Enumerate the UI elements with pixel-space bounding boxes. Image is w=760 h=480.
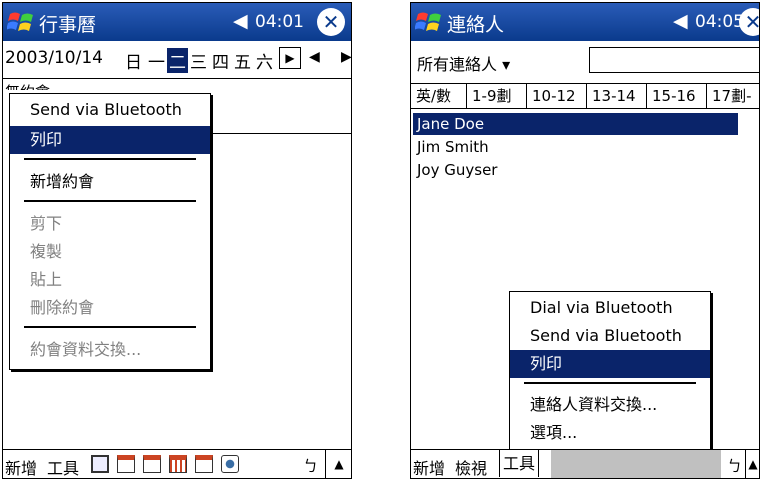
prev-week-arrow-icon[interactable]: ◀ (309, 49, 320, 65)
menu-item-options[interactable]: 選項... (510, 419, 710, 447)
tab-strokes-10-12[interactable]: 10-12 (527, 84, 587, 108)
menu-item-cut: 剪下 (30, 214, 63, 233)
tab-strokes-13-14[interactable]: 13-14 (587, 84, 647, 108)
menu-item-send-bluetooth[interactable]: Send via Bluetooth (10, 96, 210, 124)
today-icon[interactable] (221, 455, 239, 473)
weekday-fri[interactable]: 五 (234, 48, 251, 73)
search-input[interactable] (589, 47, 759, 73)
menu-item-paste: 貼上 (30, 270, 63, 289)
tab-english-digits[interactable]: 英/數 (411, 84, 467, 108)
tools-menu: Dial via Bluetooth Send via Bluetooth 列印… (509, 291, 711, 453)
month-view-icon[interactable] (169, 455, 187, 473)
day-view-icon[interactable] (117, 455, 135, 473)
bottom-toolbar: 新增 檢視 工具 ㄅ ▲ (411, 449, 759, 478)
menu-separator (24, 326, 196, 328)
new-button[interactable]: 新增 (413, 455, 445, 478)
menu-separator (524, 382, 696, 384)
app-title: 行事曆 (39, 14, 97, 36)
clock[interactable]: 04:05 (695, 12, 744, 32)
close-icon[interactable]: ✕ (739, 8, 759, 36)
clock[interactable]: 04:01 (255, 12, 304, 32)
title-bar: 連絡人 ◀︎ 04:05 ✕ (411, 3, 759, 41)
toolbar-empty-area (551, 450, 721, 478)
windows-start-icon[interactable] (7, 8, 35, 36)
weekday-sun[interactable]: 日 (125, 48, 142, 73)
new-button[interactable]: 新增 (5, 455, 37, 478)
input-method-icon[interactable]: ㄅ (727, 455, 742, 476)
speaker-icon[interactable]: ◀︎ (233, 10, 248, 32)
weekday-thu[interactable]: 四 (212, 48, 229, 73)
menu-item-delete-appointment: 刪除約會 (30, 298, 95, 317)
menu-item-send-bluetooth[interactable]: Send via Bluetooth (510, 322, 710, 350)
menu-separator (24, 200, 196, 202)
close-icon[interactable]: ✕ (317, 8, 345, 36)
tab-strokes-15-16[interactable]: 15-16 (647, 84, 707, 108)
keyboard-toggle-icon[interactable]: ▲ (745, 450, 759, 478)
menu-item-print[interactable]: 列印 (10, 126, 210, 154)
menu-item-beam-appointment: 約會資料交換... (30, 340, 142, 359)
view-menu-button[interactable]: 檢視 (455, 455, 487, 478)
menu-item-beam-contact[interactable]: 連絡人資料交換... (510, 391, 710, 419)
divider (211, 133, 351, 134)
contact-row-selected[interactable]: Jane Doe (413, 113, 738, 135)
category-filter-dropdown[interactable]: 所有連絡人 ▾ (417, 51, 510, 75)
calendar-screen: 行事曆 ◀︎ 04:01 ✕ 2003/10/14 日 一 二 三 四 五 六 … (2, 2, 352, 479)
week-view-icon[interactable] (143, 455, 161, 473)
tab-strokes-17-plus[interactable]: 17劃- (707, 84, 759, 108)
partial-text: 無約會 (5, 81, 50, 90)
next-week-arrow-icon[interactable]: ▶ (341, 49, 351, 65)
divider (3, 78, 351, 79)
context-menu: Send via Bluetooth 列印 新增約會 剪下 複製 貼上 刪除約會… (9, 93, 211, 370)
tab-strokes-1-9[interactable]: 1-9劃 (467, 84, 527, 108)
menu-item-new-appointment[interactable]: 新增約會 (10, 168, 210, 196)
year-view-icon[interactable] (195, 455, 213, 473)
menu-item-print[interactable]: 列印 (510, 350, 710, 378)
contact-row[interactable]: Joy Guyser (417, 159, 497, 181)
tools-menu-button[interactable]: 工具 (47, 455, 79, 478)
menu-separator (24, 158, 196, 160)
windows-start-icon[interactable] (415, 8, 443, 36)
menu-item-copy: 複製 (30, 242, 63, 261)
weekday-sat[interactable]: 六 (256, 48, 273, 73)
title-bar: 行事曆 ◀︎ 04:01 ✕ (3, 3, 351, 41)
menu-item-dial-bluetooth[interactable]: Dial via Bluetooth (510, 294, 710, 322)
speaker-icon[interactable]: ◀︎ (673, 10, 688, 32)
bottom-toolbar: 新增 工具 ㄅ ▲ (3, 449, 351, 478)
app-title: 連絡人 (447, 14, 505, 36)
input-method-icon[interactable]: ㄅ (303, 455, 318, 476)
contact-row[interactable]: Jim Smith (417, 136, 489, 158)
tools-menu-button[interactable]: 工具 (499, 450, 540, 477)
weekday-mon[interactable]: 一 (148, 48, 165, 73)
weekday-tue-selected[interactable]: 二 (167, 48, 188, 73)
alphabet-tabs: 英/數 1-9劃 10-12 13-14 15-16 17劃- (411, 83, 759, 109)
goto-today-icon[interactable]: ▶ (279, 47, 301, 69)
keyboard-toggle-icon[interactable]: ▲ (325, 450, 351, 478)
weekday-wed[interactable]: 三 (190, 48, 207, 73)
agenda-view-icon[interactable] (91, 455, 109, 473)
contacts-screen: 連絡人 ◀︎ 04:05 ✕ 所有連絡人 ▾ 英/數 1-9劃 10-12 13… (410, 2, 760, 479)
current-date[interactable]: 2003/10/14 (5, 48, 103, 68)
